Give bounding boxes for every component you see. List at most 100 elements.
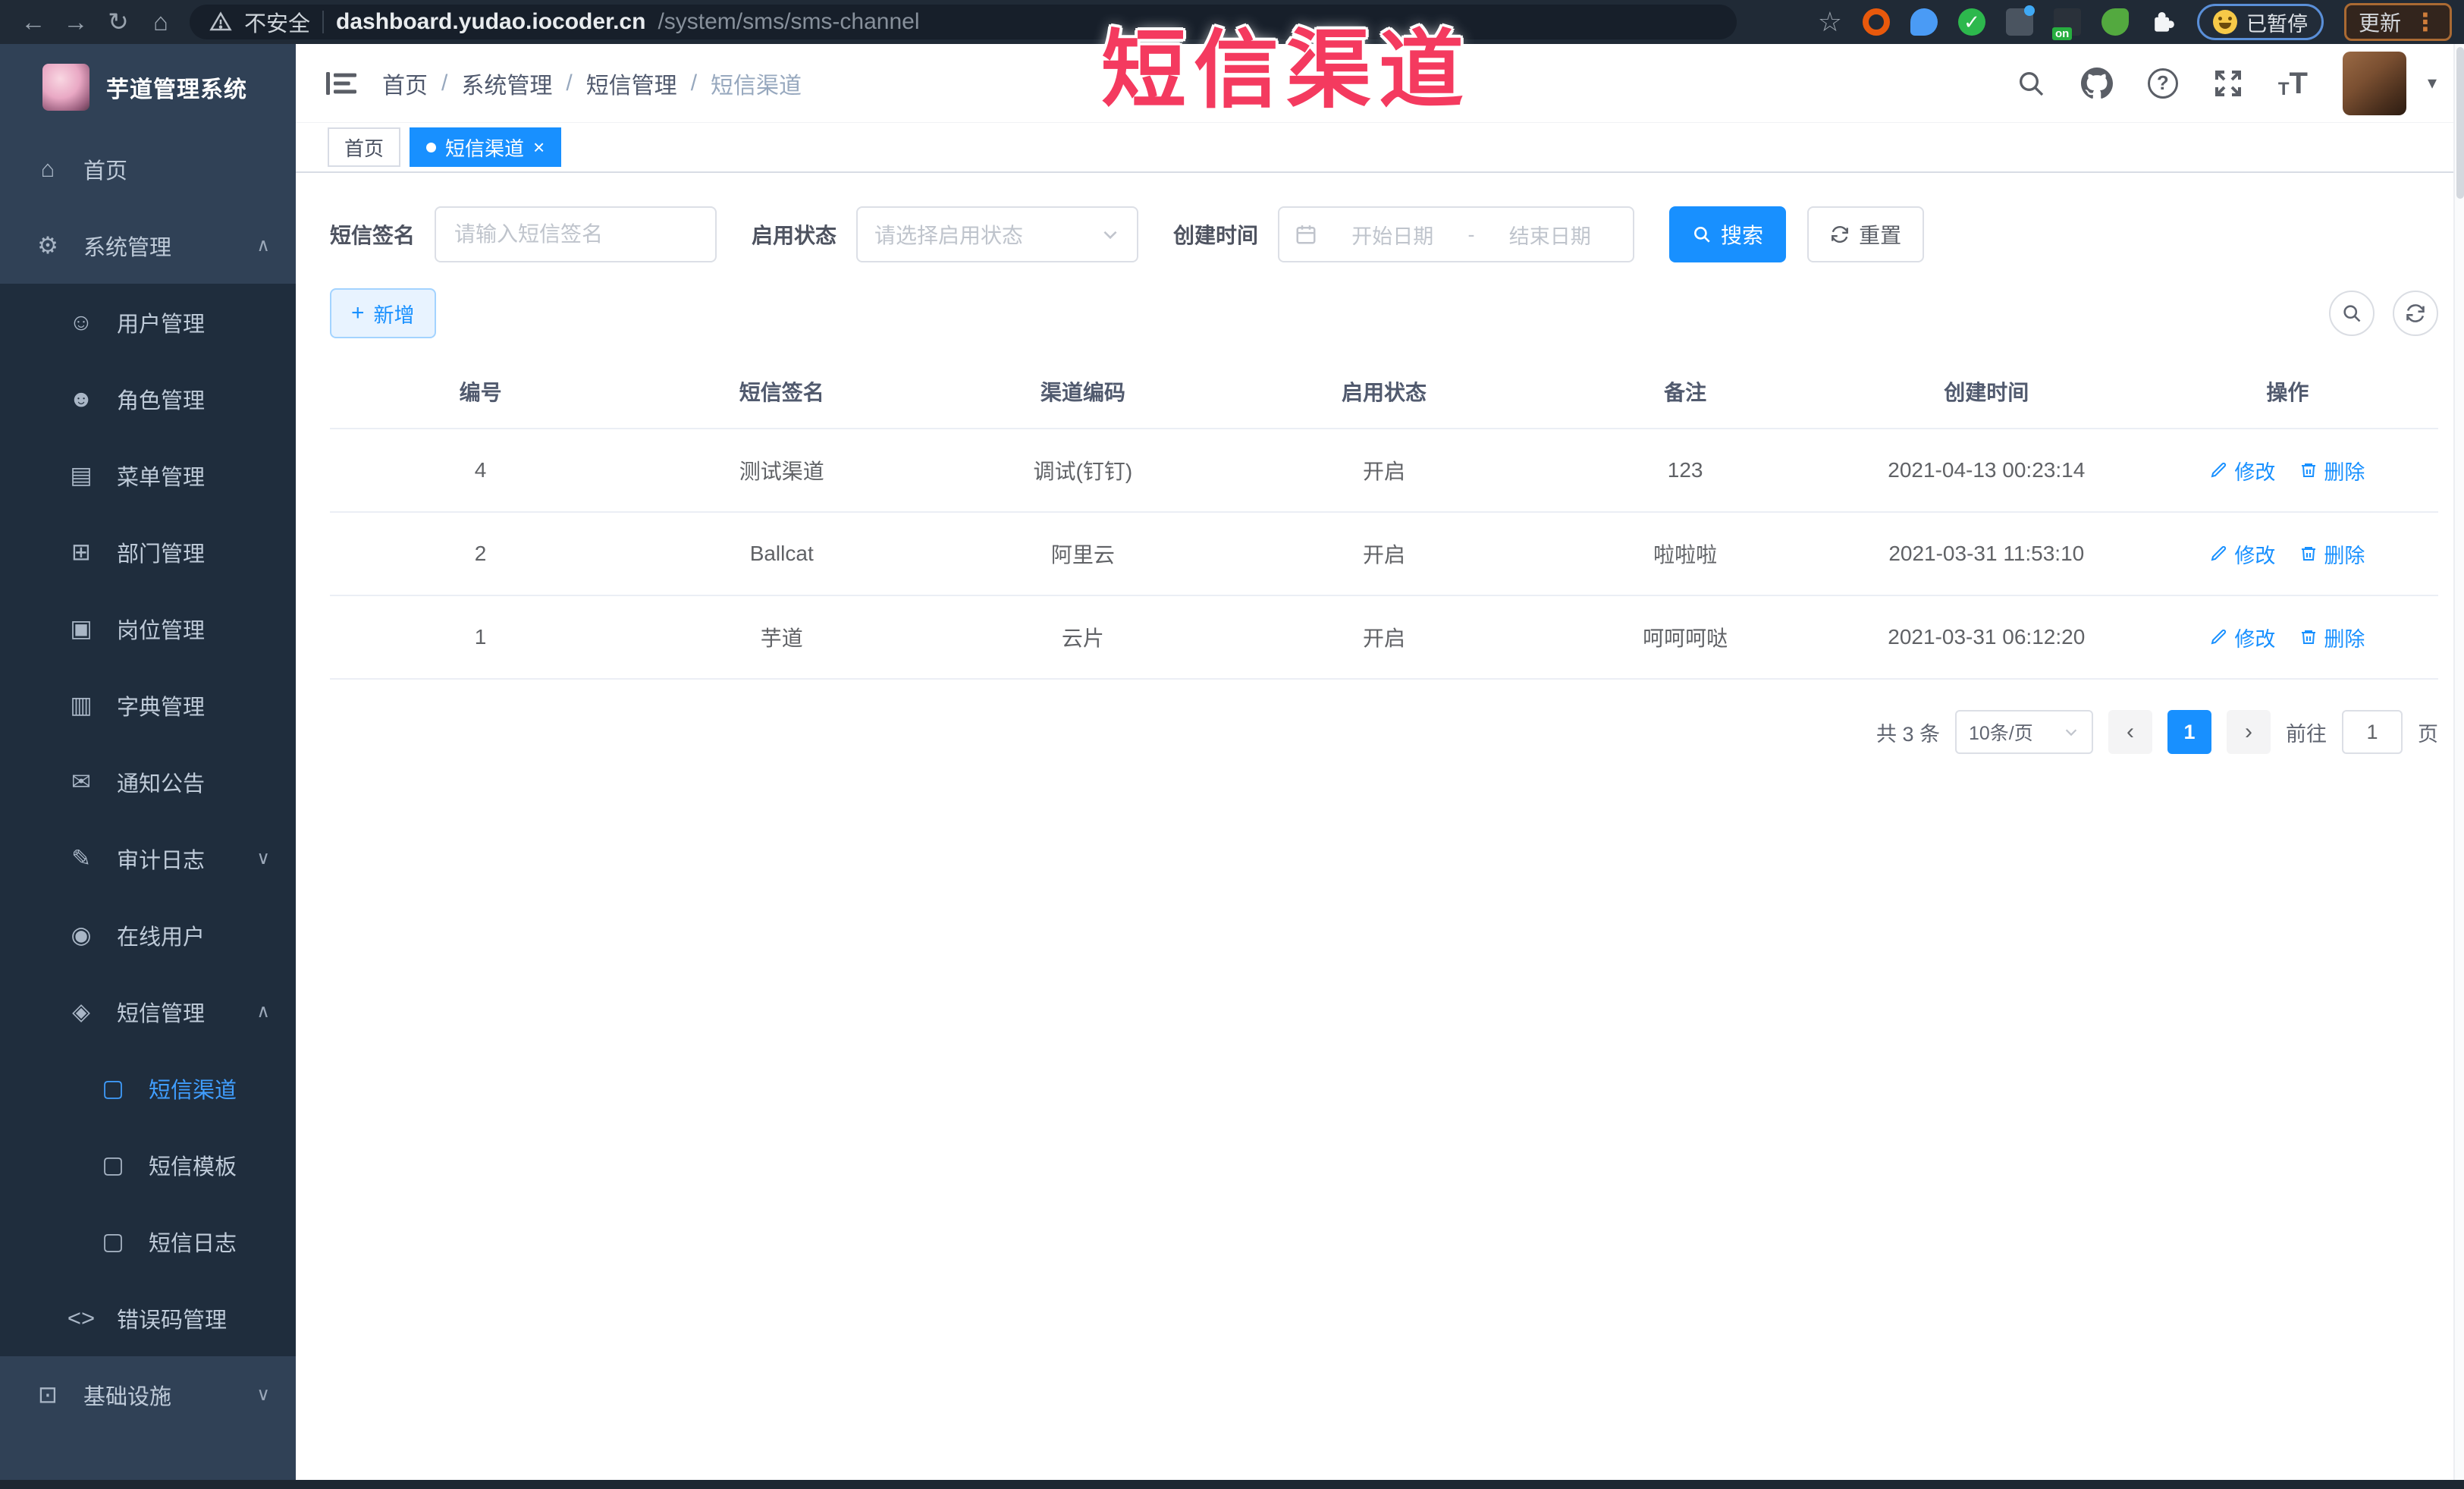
next-page-button[interactable]: › xyxy=(2227,710,2271,754)
breadcrumb-home[interactable]: 首页 xyxy=(382,67,428,100)
col-sign: 短信签名 xyxy=(631,358,933,429)
page-size-select[interactable]: 10条/页 xyxy=(1955,710,2093,754)
browser-menu-dots-icon[interactable]: ⋮ xyxy=(2413,8,2437,36)
search-button[interactable]: 搜索 xyxy=(1669,206,1787,262)
col-remark: 备注 xyxy=(1534,358,1836,429)
tag-home[interactable]: 首页 xyxy=(328,127,401,167)
extension-on-badge-icon[interactable]: on xyxy=(2051,8,2081,40)
extension-green-plant-icon[interactable] xyxy=(2101,8,2129,36)
refresh-icon xyxy=(1830,225,1850,244)
trash-icon xyxy=(2299,628,2318,646)
app-logo-row[interactable]: 芋道管理系统 xyxy=(0,44,296,130)
bookmark-star-icon[interactable]: ☆ xyxy=(1818,6,1842,38)
sidebar-item-label: 字典管理 xyxy=(117,695,206,720)
font-size-big: T xyxy=(2289,66,2308,100)
avatar-caret-icon[interactable]: ▾ xyxy=(2428,72,2437,94)
sidebar-item-sms-management[interactable]: ◈ 短信管理 ∧ xyxy=(0,973,296,1050)
extension-gray-tool-icon[interactable] xyxy=(2005,5,2035,36)
header-search-icon[interactable] xyxy=(2016,68,2046,99)
cell-created: 2021-03-31 06:12:20 xyxy=(1835,595,2137,680)
extension-orange-ring-icon[interactable] xyxy=(1862,8,1890,36)
browser-home-icon[interactable]: ⌂ xyxy=(140,0,182,44)
address-bar[interactable]: 不安全 dashboard.yudao.iocoder.cn /system/s… xyxy=(190,5,1737,39)
extension-green-check-icon[interactable]: ✓ xyxy=(1957,8,1985,36)
tab-paused-badge[interactable]: 已暂停 xyxy=(2196,4,2324,40)
sidebar-item-sms-template[interactable]: ▢ 短信模板 xyxy=(0,1126,296,1203)
sidebar-item-role-management[interactable]: ☻ 角色管理 xyxy=(0,360,296,437)
reset-button[interactable]: 重置 xyxy=(1807,206,1925,262)
page-content: 短信签名 启用状态 请选择启用状态 创建时间 xyxy=(296,173,2464,1480)
sidebar-item-dict-management[interactable]: ▥ 字典管理 xyxy=(0,667,296,743)
tag-sms-channel[interactable]: 短信渠道 × xyxy=(410,127,562,167)
edit-link[interactable]: 修改 xyxy=(2210,623,2275,652)
prev-page-button[interactable]: ‹ xyxy=(2108,710,2152,754)
user-avatar[interactable] xyxy=(2342,51,2406,115)
extension-blue-pin-icon[interactable] xyxy=(1910,8,1938,36)
browser-reload-icon[interactable]: ↻ xyxy=(97,0,140,44)
trash-icon xyxy=(2299,545,2318,563)
sidebar-fold-icon[interactable] xyxy=(326,71,356,96)
refresh-table-button[interactable] xyxy=(2393,291,2438,336)
user-icon: ☺ xyxy=(69,308,93,335)
sidebar-item-menu-management[interactable]: ▤ 菜单管理 xyxy=(0,437,296,514)
toggle-search-button[interactable] xyxy=(2329,291,2375,336)
browser-forward-icon[interactable]: → xyxy=(55,0,97,44)
status-filter-select[interactable]: 请选择启用状态 xyxy=(856,206,1139,262)
edit-label: 修改 xyxy=(2234,627,2276,651)
scrollbar-thumb[interactable] xyxy=(2456,47,2464,199)
breadcrumb-system[interactable]: 系统管理 xyxy=(461,67,552,100)
goto-page-input[interactable] xyxy=(2342,710,2403,754)
delete-link[interactable]: 删除 xyxy=(2299,456,2365,485)
help-icon[interactable]: ? xyxy=(2147,68,2178,99)
breadcrumb-separator: / xyxy=(566,70,573,96)
breadcrumb-sms[interactable]: 短信管理 xyxy=(586,67,677,100)
sidebar-item-label: 首页 xyxy=(83,159,128,184)
cell-sign: 测试渠道 xyxy=(631,429,933,513)
sidebar-item-user-management[interactable]: ☺ 用户管理 xyxy=(0,284,296,360)
sidebar-item-system-management[interactable]: ⚙ 系统管理 ∧ xyxy=(0,207,296,284)
sidebar-item-sms-log[interactable]: ▢ 短信日志 xyxy=(0,1203,296,1280)
fullscreen-icon[interactable] xyxy=(2213,68,2243,99)
delete-link[interactable]: 删除 xyxy=(2299,539,2365,569)
sidebar-item-post-management[interactable]: ▣ 岗位管理 xyxy=(0,590,296,667)
edit-link[interactable]: 修改 xyxy=(2210,456,2275,485)
app-logo-rabbit xyxy=(42,64,89,111)
cell-remark: 123 xyxy=(1534,429,1836,513)
sidebar-item-label: 短信管理 xyxy=(117,1001,206,1026)
table-header-row: 编号 短信签名 渠道编码 启用状态 备注 创建时间 操作 xyxy=(330,358,2438,429)
sidebar-item-label: 短信日志 xyxy=(149,1231,237,1256)
sidebar-item-online-users[interactable]: ◉ 在线用户 xyxy=(0,897,296,973)
font-size-icon[interactable]: TT xyxy=(2278,68,2308,99)
github-icon[interactable] xyxy=(2080,67,2113,99)
sidebar-item-sms-channel[interactable]: ▢ 短信渠道 xyxy=(0,1050,296,1126)
sidebar-item-dept-management[interactable]: ⊞ 部门管理 xyxy=(0,514,296,590)
date-range-picker[interactable]: 开始日期 - 结束日期 xyxy=(1278,206,1635,262)
cell-id: 4 xyxy=(330,429,632,513)
announcement-icon: ✉ xyxy=(71,768,91,795)
edit-link[interactable]: 修改 xyxy=(2210,539,2275,569)
page-1-button[interactable]: 1 xyxy=(2167,710,2211,754)
page-scrollbar[interactable] xyxy=(2453,44,2464,1480)
sidebar-item-error-code[interactable]: <> 错误码管理 xyxy=(0,1280,296,1356)
monitor-icon: ⊡ xyxy=(38,1381,58,1408)
sidebar-item-audit-log[interactable]: ✎ 审计日志 ∨ xyxy=(0,820,296,897)
trash-icon xyxy=(2299,461,2318,479)
sidebar-item-label: 角色管理 xyxy=(117,388,206,413)
extensions-puzzle-icon[interactable] xyxy=(2149,8,2177,36)
delete-link[interactable]: 删除 xyxy=(2299,623,2365,652)
browser-back-icon[interactable]: ← xyxy=(12,0,55,44)
sign-filter-label: 短信签名 xyxy=(330,224,416,247)
sidebar: 芋道管理系统 ⌂ 首页 ⚙ 系统管理 ∧ ☺ 用户管理 ☻ 角色管理 ▤ 菜单管… xyxy=(0,44,296,1480)
close-tag-icon[interactable]: × xyxy=(533,137,545,157)
sidebar-item-infrastructure[interactable]: ⊡ 基础设施 ∨ xyxy=(0,1356,296,1433)
browser-update-button[interactable]: 更新 ⋮ xyxy=(2343,3,2452,41)
menu-list-icon: ▤ xyxy=(70,461,93,488)
sidebar-item-label: 用户管理 xyxy=(117,312,206,337)
sign-filter-input[interactable] xyxy=(435,206,717,262)
col-actions: 操作 xyxy=(2136,358,2438,429)
sidebar-item-notice[interactable]: ✉ 通知公告 xyxy=(0,743,296,820)
sidebar-item-home[interactable]: ⌂ 首页 xyxy=(0,130,296,207)
cell-id: 1 xyxy=(330,595,632,680)
add-button[interactable]: + 新增 xyxy=(330,288,436,338)
search-filter-form: 短信签名 启用状态 请选择启用状态 创建时间 xyxy=(330,206,2438,262)
